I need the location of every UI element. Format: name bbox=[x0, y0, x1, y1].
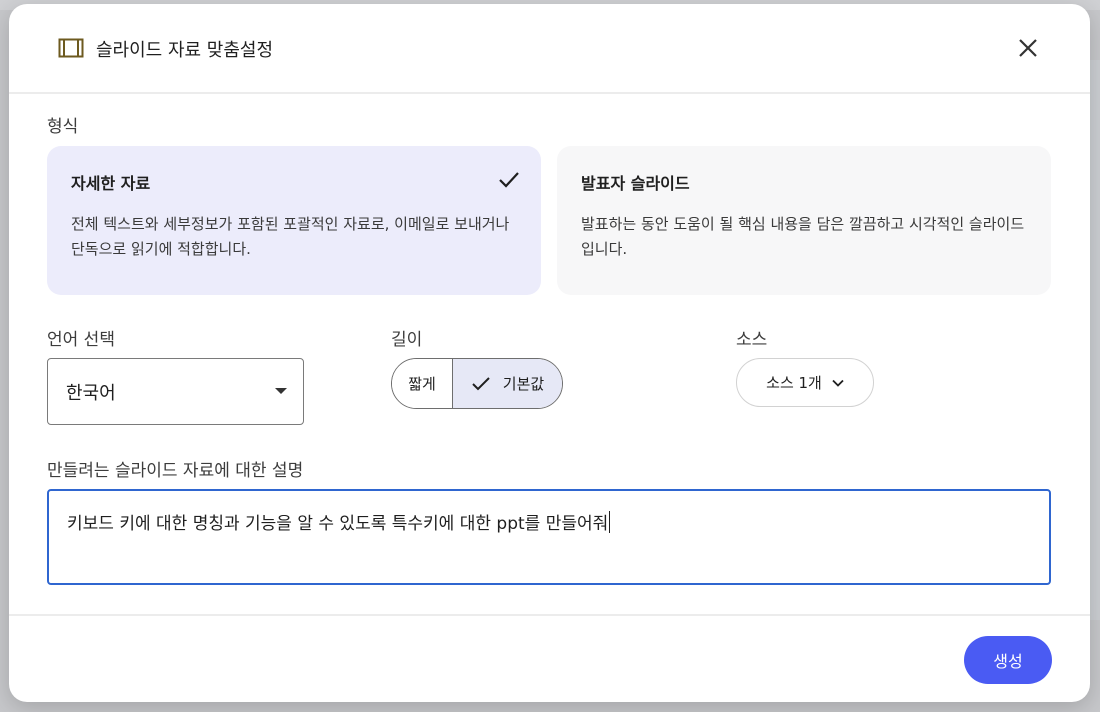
generate-button[interactable]: 생성 bbox=[964, 636, 1052, 684]
length-segmented-control: 짧게 기본값 bbox=[391, 358, 563, 409]
slides-icon bbox=[58, 38, 84, 58]
language-value: 한국어 bbox=[66, 383, 116, 404]
format-option-presenter[interactable]: 발표자 슬라이드 발표하는 동안 도움이 될 핵심 내용을 담은 깔끔하고 시각… bbox=[557, 146, 1051, 295]
dialog-title: 슬라이드 자료 맞춤설정 bbox=[96, 40, 274, 61]
length-option-label: 기본값 bbox=[502, 375, 545, 393]
description-textarea[interactable]: 키보드 키에 대한 명칭과 기능을 알 수 있도록 특수키에 대한 ppt를 만… bbox=[47, 489, 1051, 585]
source-value: 소스 1개 bbox=[766, 374, 822, 392]
format-option-description: 전체 텍스트와 세부정보가 포함된 포괄적인 자료로, 이메일로 보내거나 단독… bbox=[71, 215, 510, 258]
length-label: 길이 bbox=[391, 330, 423, 350]
check-icon bbox=[472, 376, 490, 390]
format-option-detailed[interactable]: 자세한 자료 전체 텍스트와 세부정보가 포함된 포괄적인 자료로, 이메일로 … bbox=[47, 146, 541, 295]
length-option-label: 짧게 bbox=[408, 375, 436, 393]
description-label: 만들려는 슬라이드 자료에 대한 설명 bbox=[47, 461, 304, 481]
source-label: 소스 bbox=[736, 330, 768, 350]
header-divider bbox=[9, 92, 1090, 94]
format-option-description: 발표하는 동안 도움이 될 핵심 내용을 담은 깔끔하고 시각적인 슬라이드입니… bbox=[581, 215, 1025, 258]
chevron-down-icon bbox=[832, 379, 844, 387]
footer-divider bbox=[9, 614, 1090, 616]
description-value: 키보드 키에 대한 명칭과 기능을 알 수 있도록 특수키에 대한 ppt를 만… bbox=[67, 514, 609, 534]
format-label: 형식 bbox=[47, 117, 79, 137]
format-option-title: 자세한 자료 bbox=[71, 174, 151, 193]
language-label: 언어 선택 bbox=[47, 330, 115, 350]
source-dropdown[interactable]: 소스 1개 bbox=[736, 358, 874, 407]
length-option-default[interactable]: 기본값 bbox=[453, 359, 562, 408]
language-select[interactable]: 한국어 bbox=[47, 358, 304, 425]
length-option-short[interactable]: 짧게 bbox=[392, 359, 453, 408]
dialog-header: 슬라이드 자료 맞춤설정 bbox=[9, 4, 1090, 92]
text-caret bbox=[609, 511, 611, 533]
close-button[interactable] bbox=[1014, 34, 1042, 62]
dropdown-arrow-icon bbox=[275, 388, 287, 394]
format-option-title: 발표자 슬라이드 bbox=[581, 174, 690, 193]
check-icon bbox=[499, 172, 519, 188]
customize-slides-dialog: 슬라이드 자료 맞춤설정 형식 자세한 자료 전체 텍스트와 세부정보가 포함된… bbox=[9, 4, 1090, 702]
close-icon bbox=[1019, 39, 1037, 57]
